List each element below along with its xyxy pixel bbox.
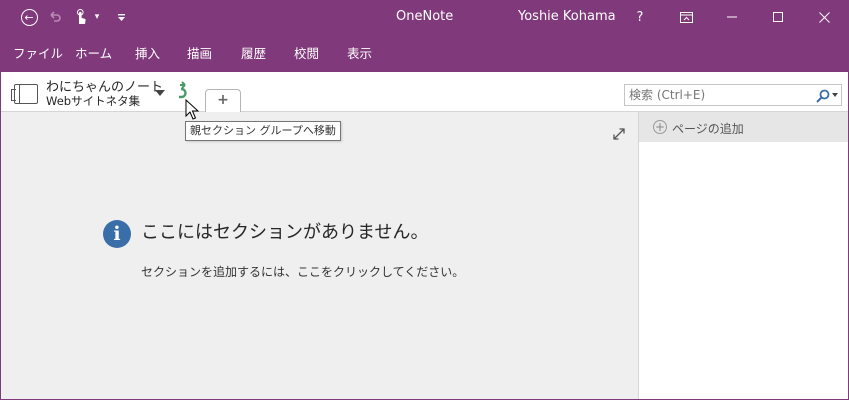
tab-review[interactable]: 校閲 xyxy=(294,43,319,62)
add-page-label: ページの追加 xyxy=(672,122,744,136)
empty-state-subtitle[interactable]: セクションを追加するには、ここをクリックしてください。 xyxy=(141,263,464,280)
app-title: OneNote xyxy=(396,9,454,24)
close-button[interactable] xyxy=(801,0,847,34)
add-section-tab[interactable]: + xyxy=(205,89,241,112)
touch-mode-dropdown[interactable]: ▾ xyxy=(92,6,102,28)
tab-home[interactable]: ホーム xyxy=(75,43,112,62)
title-bar: ← ▾ OneNote Yoshie Kohama ? xyxy=(0,0,849,34)
empty-state-title[interactable]: ここにはセクションがありません。 xyxy=(141,218,428,244)
maximize-icon xyxy=(773,12,783,22)
search-scope-dropdown-icon[interactable] xyxy=(832,93,838,97)
tab-history[interactable]: 履歴 xyxy=(241,43,266,62)
minimize-button[interactable] xyxy=(709,0,755,34)
touch-mode-icon xyxy=(77,9,86,24)
customize-icon xyxy=(117,13,125,21)
notebook-navigation-bar: わにちゃんのノート Webサイトネタ集 + xyxy=(1,72,848,112)
ribbon-tabs: ファイル ホーム 挿入 描画 履歴 校閲 表示 xyxy=(0,34,849,72)
add-circle-icon: + xyxy=(653,120,667,134)
search-box[interactable] xyxy=(624,84,842,106)
back-icon: ← xyxy=(20,8,38,26)
tab-file[interactable]: ファイル xyxy=(13,43,63,62)
notebook-icon[interactable] xyxy=(11,84,38,104)
quick-access-toolbar: ← ▾ xyxy=(18,6,136,28)
expand-icon[interactable] xyxy=(613,128,625,140)
page-canvas[interactable]: i ここにはセクションがありません。 セクションを追加するには、ここをクリックし… xyxy=(1,112,638,399)
search-icon[interactable] xyxy=(815,88,831,104)
section-group-name[interactable]: Webサイトネタ集 xyxy=(46,93,140,109)
undo-button[interactable] xyxy=(44,6,66,28)
mouse-pointer-icon xyxy=(185,99,199,120)
close-icon xyxy=(818,11,830,23)
tab-view[interactable]: 表示 xyxy=(347,43,372,62)
undo-icon xyxy=(50,11,61,22)
plus-icon: + xyxy=(217,92,229,108)
search-input[interactable] xyxy=(625,85,811,105)
minimize-icon xyxy=(727,16,737,18)
back-button[interactable]: ← xyxy=(18,6,40,28)
ribbon-display-options-button[interactable] xyxy=(663,0,709,34)
tooltip: 親セクション グループへ移動 xyxy=(185,121,341,141)
touch-mode-button[interactable] xyxy=(70,6,92,28)
maximize-button[interactable] xyxy=(755,0,801,34)
page-list-pane: + ページの追加 xyxy=(638,112,848,399)
info-icon: i xyxy=(103,220,131,248)
tab-insert[interactable]: 挿入 xyxy=(135,43,160,62)
notebook-dropdown-icon[interactable] xyxy=(155,90,165,96)
customize-qat-button[interactable] xyxy=(110,6,132,28)
help-icon: ? xyxy=(636,9,644,25)
tab-draw[interactable]: 描画 xyxy=(187,43,212,62)
user-account[interactable]: Yoshie Kohama xyxy=(518,9,616,24)
add-page-button[interactable]: + ページの追加 xyxy=(639,112,848,142)
ribbon-display-icon xyxy=(679,11,693,23)
help-button[interactable]: ? xyxy=(617,0,663,34)
